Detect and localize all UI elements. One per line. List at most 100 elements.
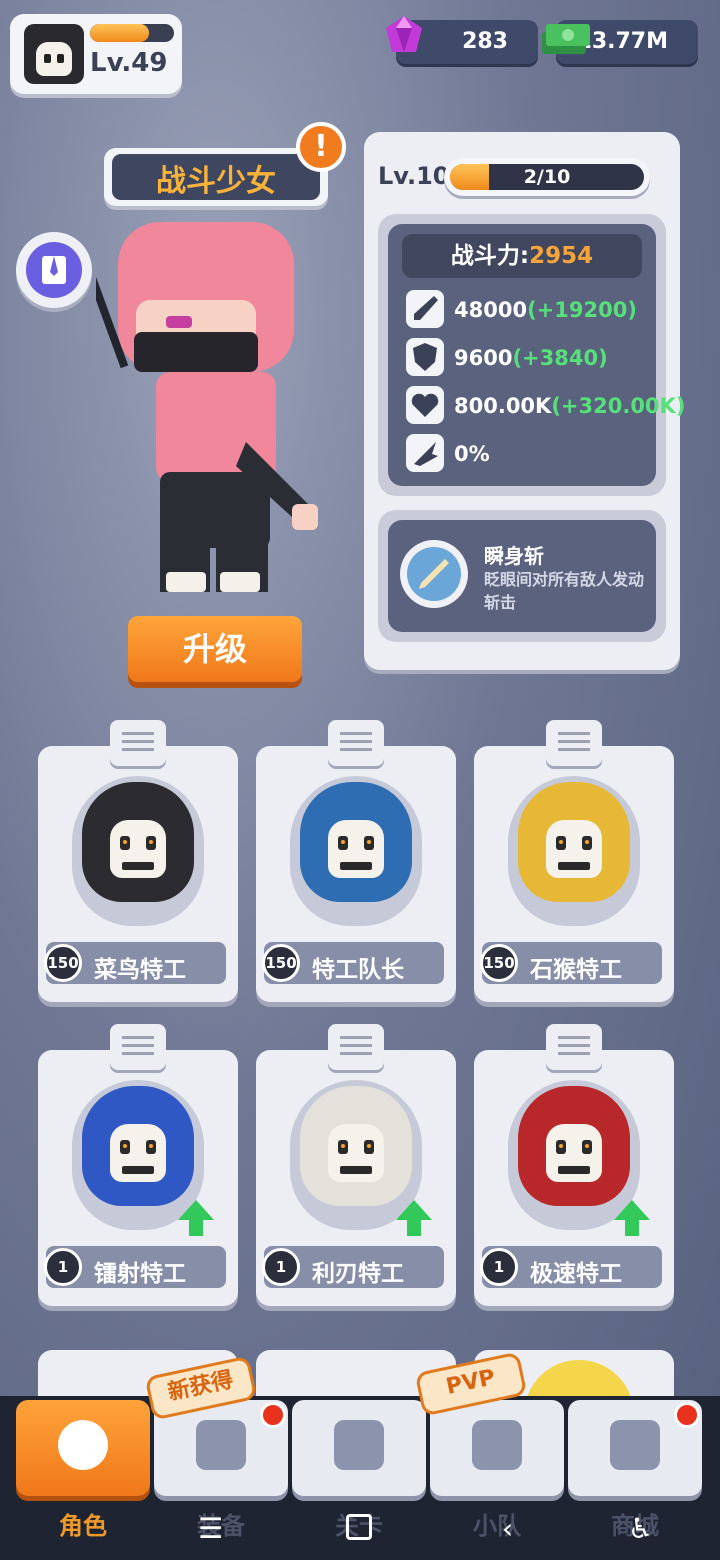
card-clip <box>110 720 166 766</box>
upgrade-arrow-icon <box>396 1200 432 1236</box>
card-name: 极速特工 <box>530 1261 622 1287</box>
character-hood <box>300 1086 412 1206</box>
upgrade-arrow-icon <box>614 1200 650 1236</box>
stats-panel: Lv.10 2/10 战斗力:2954 48000(+19200) 9600(+… <box>364 132 685 670</box>
card-namebar: 150 特工队长 <box>262 942 444 984</box>
recent-apps-icon[interactable]: ☰ <box>198 1512 223 1545</box>
hero-level-progress-text: 2/10 <box>523 166 571 188</box>
card-clip <box>546 1024 602 1070</box>
character-portrait <box>72 776 204 926</box>
card-name: 镭射特工 <box>94 1261 186 1287</box>
skull-face <box>546 820 602 878</box>
back-icon[interactable]: ‹ <box>502 1512 513 1545</box>
skull-face <box>110 820 166 878</box>
hero-level: Lv.10 <box>378 162 450 190</box>
accessibility-icon[interactable]: ♿ <box>628 1512 653 1545</box>
character-hood <box>82 782 194 902</box>
upgrade-arrow-icon <box>178 1200 214 1236</box>
notification-dot <box>260 1402 286 1428</box>
attack-bonus: (+19200) <box>527 298 637 322</box>
dash-slash-icon <box>400 540 468 608</box>
notification-dot <box>674 1402 700 1428</box>
card-name: 特工队长 <box>312 957 404 983</box>
card-namebar: 150 菜鸟特工 <box>44 942 226 984</box>
shield-icon <box>406 338 444 376</box>
character-hood <box>518 1086 630 1206</box>
character-card[interactable]: 150 特工队长 <box>256 720 456 1002</box>
combat-power-value: 2954 <box>529 243 594 269</box>
player-level: Lv.49 <box>90 48 168 78</box>
alert-icon[interactable]: ! <box>296 122 346 172</box>
hero-name: 战斗少女 <box>156 164 276 199</box>
skull-face <box>328 820 384 878</box>
hero-level-progress: 2/10 <box>444 158 650 196</box>
defense-bonus: (+3840) <box>512 346 608 370</box>
health-value: 800.00K <box>454 394 552 418</box>
card-count: 1 <box>44 1248 82 1286</box>
crit-stat: 0% <box>406 434 646 476</box>
tab-squad[interactable] <box>430 1400 564 1496</box>
character-card[interactable]: 150 石猴特工 <box>474 720 674 1002</box>
card-count: 1 <box>480 1248 518 1286</box>
character-card[interactable]: 1 镭射特工 <box>38 1024 238 1306</box>
health-bonus: (+320.00K) <box>551 394 686 418</box>
skill-description: 眨眼间对所有敌人发动斩击 <box>484 570 645 612</box>
card-count: 150 <box>44 944 82 982</box>
home-icon[interactable] <box>346 1514 372 1540</box>
character-card[interactable]: 150 菜鸟特工 <box>38 720 238 1002</box>
outfit-button[interactable] <box>16 232 92 308</box>
card-name: 利刃特工 <box>312 1261 404 1287</box>
heart-icon <box>406 386 444 424</box>
gun-icon <box>196 1420 246 1470</box>
tab-character[interactable] <box>16 1400 150 1496</box>
skull-face <box>110 1124 166 1182</box>
card-namebar: 1 镭射特工 <box>44 1246 226 1288</box>
map-icon <box>334 1420 384 1470</box>
character-card[interactable]: 1 极速特工 <box>474 1024 674 1306</box>
card-namebar: 1 极速特工 <box>480 1246 662 1288</box>
character-hood <box>300 782 412 902</box>
defense-stat: 9600(+3840) <box>406 338 646 380</box>
hero-name-plate: 战斗少女 <box>104 148 328 206</box>
gem-icon <box>386 16 422 52</box>
defense-value: 9600 <box>454 346 513 370</box>
card-name: 菜鸟特工 <box>94 957 186 983</box>
card-count: 1 <box>262 1248 300 1286</box>
card-namebar: 150 石猴特工 <box>480 942 662 984</box>
upgrade-button[interactable]: 升级 <box>128 616 302 682</box>
attack-stat: 48000(+19200) <box>406 290 646 332</box>
character-hood <box>518 782 630 902</box>
card-clip <box>328 1024 384 1070</box>
character-card[interactable]: 1 利刃特工 <box>256 1024 456 1306</box>
tab-stages[interactable] <box>292 1400 426 1496</box>
skull-icon <box>58 1420 108 1470</box>
shirt-icon <box>26 242 82 298</box>
sword-icon <box>406 290 444 328</box>
skill-box[interactable]: 瞬身斩 眨眼间对所有敌人发动斩击 <box>378 510 666 642</box>
shop-icon <box>610 1420 660 1470</box>
squad-icon <box>472 1420 522 1470</box>
xp-bar <box>90 24 174 42</box>
power-box: 战斗力:2954 48000(+19200) 9600(+3840) 800.0… <box>378 214 685 496</box>
skull-face <box>328 1124 384 1182</box>
card-clip <box>546 720 602 766</box>
combat-power-label: 战斗力: <box>450 243 530 269</box>
card-count: 150 <box>480 944 518 982</box>
character-hood <box>82 1086 194 1206</box>
character-portrait <box>290 776 422 926</box>
health-stat: 800.00K(+320.00K) <box>406 386 685 428</box>
skill-name: 瞬身斩 <box>484 544 544 568</box>
player-profile[interactable]: Lv.49 <box>10 14 182 94</box>
cash-icon <box>542 24 590 54</box>
hero-character <box>96 222 318 592</box>
claw-icon <box>406 434 444 472</box>
system-nav-bar: ☰ ‹ ♿ <box>0 1496 720 1560</box>
card-count: 150 <box>262 944 300 982</box>
card-clip <box>328 720 384 766</box>
skull-face <box>546 1124 602 1182</box>
card-namebar: 1 利刃特工 <box>262 1246 444 1288</box>
character-portrait <box>508 776 640 926</box>
player-avatar <box>24 24 84 84</box>
combat-power: 战斗力:2954 <box>402 234 642 278</box>
card-name: 石猴特工 <box>530 957 622 983</box>
